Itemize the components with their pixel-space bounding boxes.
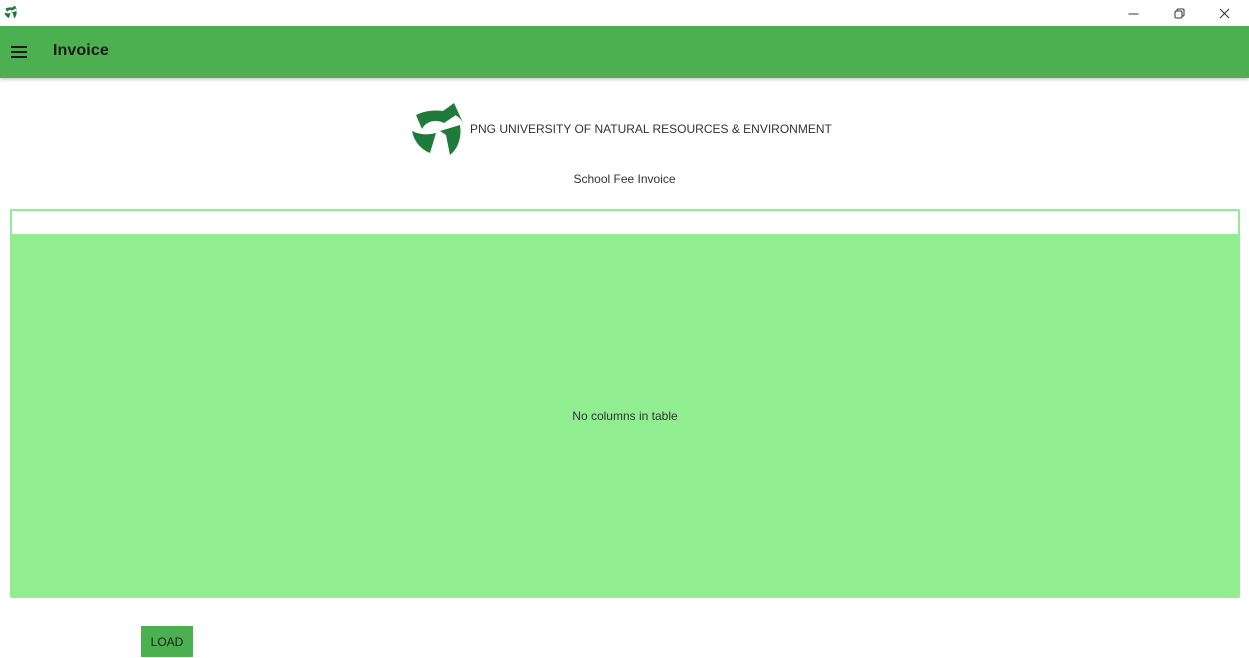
invoice-header: PNG UNIVERSITY OF NATURAL RESOURCES & EN… bbox=[0, 96, 1249, 192]
menu-button[interactable] bbox=[9, 42, 31, 62]
hamburger-menu-icon bbox=[11, 46, 27, 58]
page-title: Invoice bbox=[53, 42, 109, 59]
invoice-table[interactable]: No columns in table bbox=[10, 209, 1240, 598]
minimize-icon bbox=[1128, 13, 1138, 14]
table-empty-message: No columns in table bbox=[572, 409, 678, 423]
restore-icon bbox=[1174, 8, 1184, 18]
restore-button[interactable] bbox=[1160, 0, 1198, 26]
load-button[interactable]: LOAD bbox=[141, 626, 193, 657]
app-logo-icon bbox=[4, 5, 18, 19]
minimize-button[interactable] bbox=[1114, 0, 1152, 26]
close-icon bbox=[1219, 8, 1229, 18]
document-title: School Fee Invoice bbox=[573, 172, 676, 186]
institution-name: PNG UNIVERSITY OF NATURAL RESOURCES & EN… bbox=[470, 122, 832, 136]
close-button[interactable] bbox=[1205, 0, 1243, 26]
table-header-row bbox=[12, 211, 1238, 234]
university-logo-icon bbox=[412, 103, 464, 155]
window-titlebar bbox=[0, 0, 1249, 26]
app-bar: Invoice bbox=[0, 26, 1249, 78]
